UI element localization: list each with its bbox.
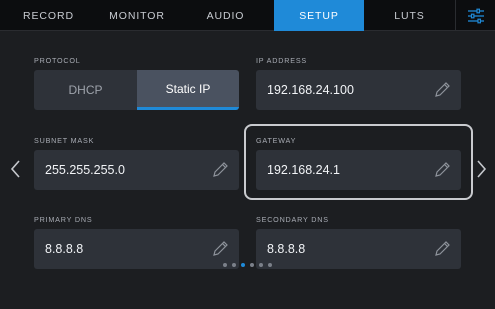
page-dot[interactable]	[232, 263, 236, 267]
page-dot[interactable]	[259, 263, 263, 267]
menu-button[interactable]	[455, 0, 495, 31]
ip-address-value: 192.168.24.100	[267, 83, 354, 97]
secondary-dns-value: 8.8.8.8	[267, 242, 306, 256]
page-dot[interactable]	[223, 263, 227, 267]
subnet-mask-value: 255.255.255.0	[45, 163, 125, 177]
setup-network-panel: PROTOCOL DHCP Static IP IP ADDRESS 192.1…	[0, 31, 495, 309]
pencil-icon[interactable]	[211, 240, 229, 258]
tab-audio[interactable]: AUDIO	[177, 0, 274, 31]
protocol-label: PROTOCOL	[34, 56, 81, 65]
pencil-icon[interactable]	[433, 240, 451, 258]
secondary-dns-label: SECONDARY DNS	[256, 215, 329, 224]
sliders-icon	[467, 8, 484, 23]
subnet-mask-label: SUBNET MASK	[34, 136, 95, 145]
tab-record[interactable]: RECORD	[0, 0, 97, 31]
tab-luts[interactable]: LUTS	[364, 0, 455, 31]
pencil-icon[interactable]	[433, 81, 451, 99]
tab-setup[interactable]: SETUP	[274, 0, 364, 31]
protocol-option-static-ip[interactable]: Static IP	[137, 70, 239, 110]
ip-address-label: IP ADDRESS	[256, 56, 308, 65]
subnet-mask-field[interactable]: 255.255.255.0	[34, 150, 239, 190]
page-dot[interactable]	[268, 263, 272, 267]
chevron-left-icon[interactable]	[9, 159, 23, 179]
primary-dns-value: 8.8.8.8	[45, 242, 84, 256]
protocol-option-dhcp[interactable]: DHCP	[34, 70, 137, 110]
tab-monitor[interactable]: MONITOR	[97, 0, 177, 31]
gateway-field[interactable]: 192.168.24.1	[256, 150, 461, 190]
gateway-value: 192.168.24.1	[267, 163, 340, 177]
ip-address-field[interactable]: 192.168.24.100	[256, 70, 461, 110]
protocol-selector: DHCP Static IP	[34, 70, 239, 110]
page-dot-current[interactable]	[241, 263, 245, 267]
gateway-label: GATEWAY	[256, 136, 297, 145]
page-dot[interactable]	[250, 263, 254, 267]
pencil-icon[interactable]	[433, 161, 451, 179]
page-indicator	[0, 263, 495, 267]
chevron-right-icon[interactable]	[474, 159, 488, 179]
pencil-icon[interactable]	[211, 161, 229, 179]
primary-dns-label: PRIMARY DNS	[34, 215, 93, 224]
top-tab-bar: RECORD MONITOR AUDIO SETUP LUTS	[0, 0, 495, 31]
